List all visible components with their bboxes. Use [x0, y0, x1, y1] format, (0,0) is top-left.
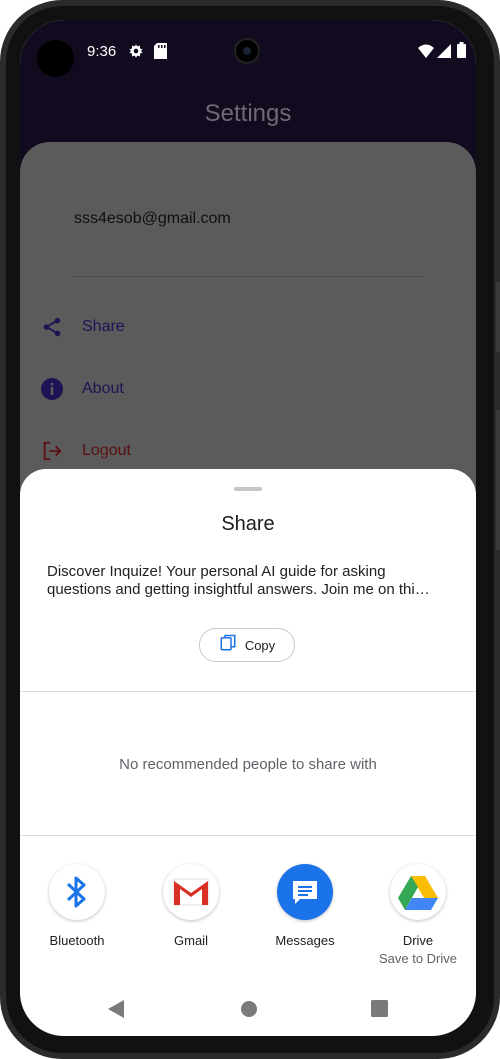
- battery-icon: [457, 42, 466, 63]
- copy-button[interactable]: Copy: [199, 628, 295, 662]
- power-button: [496, 282, 500, 352]
- menu-item-about[interactable]: About: [40, 374, 124, 404]
- copy-label: Copy: [244, 637, 276, 653]
- messages-icon: [277, 864, 333, 920]
- back-icon[interactable]: [107, 999, 125, 1024]
- info-icon: [40, 377, 64, 401]
- status-time: 9:36: [87, 43, 117, 60]
- front-camera: [234, 38, 260, 64]
- phone-frame: Settings sss4esob@gmail.com Share About …: [0, 0, 500, 1059]
- sd-card-icon: [154, 43, 167, 64]
- divider: [20, 691, 476, 692]
- navigation-bar: [20, 989, 476, 1029]
- menu-item-label: Logout: [82, 442, 131, 459]
- account-email: sss4esob@gmail.com: [74, 210, 231, 227]
- drag-handle[interactable]: [234, 487, 262, 491]
- status-bar: 9:36: [20, 20, 476, 80]
- page-title: Settings: [204, 100, 292, 127]
- menu-item-label: About: [82, 380, 124, 397]
- share-target-gmail[interactable]: Gmail: [136, 864, 246, 948]
- volume-button: [496, 410, 500, 550]
- copy-icon: [219, 634, 237, 657]
- settings-gear-icon: [128, 43, 144, 64]
- signal-icon: [437, 44, 451, 63]
- app-name: Messages: [275, 933, 335, 948]
- menu-item-share[interactable]: Share: [40, 312, 125, 342]
- share-target-drive[interactable]: Drive Save to Drive: [363, 864, 473, 966]
- camera-cutout: [37, 40, 74, 77]
- menu-item-logout[interactable]: Logout: [40, 436, 131, 466]
- divider: [72, 276, 424, 277]
- share-target-bluetooth[interactable]: Bluetooth: [22, 864, 132, 948]
- gmail-icon: [163, 864, 219, 920]
- app-subtitle: Save to Drive: [378, 951, 458, 966]
- app-name: Drive: [402, 933, 434, 948]
- no-recommendations-text: No recommended people to share with: [119, 756, 377, 773]
- drive-icon: [390, 864, 446, 920]
- share-icon: [40, 315, 64, 339]
- share-preview-text: Discover Inquize! Your personal AI guide…: [47, 563, 430, 598]
- screen: Settings sss4esob@gmail.com Share About …: [20, 20, 476, 1036]
- sheet-title: Share: [221, 513, 275, 535]
- recents-icon[interactable]: [371, 1000, 388, 1022]
- share-sheet: Share Discover Inquize! Your personal AI…: [20, 469, 476, 1036]
- wifi-icon: [418, 44, 434, 63]
- divider: [20, 835, 476, 836]
- home-icon[interactable]: [240, 1000, 258, 1023]
- app-name: Gmail: [174, 933, 208, 948]
- bluetooth-icon: [49, 864, 105, 920]
- menu-item-label: Share: [82, 318, 125, 335]
- app-name: Bluetooth: [49, 933, 105, 948]
- logout-icon: [40, 439, 64, 463]
- share-target-messages[interactable]: Messages: [250, 864, 360, 948]
